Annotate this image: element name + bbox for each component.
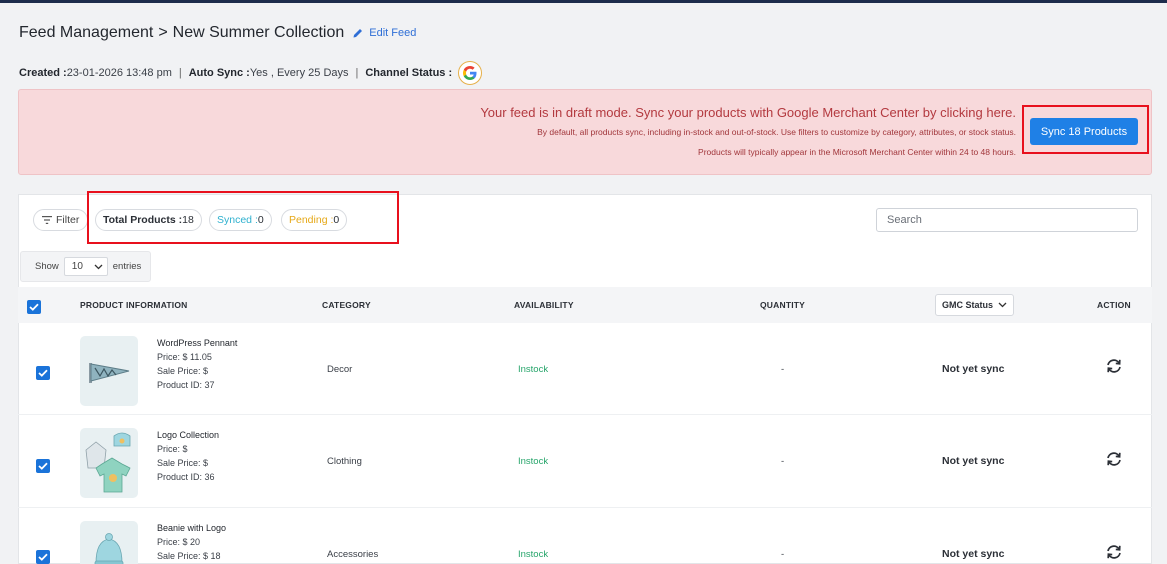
meta-separator: | [178, 67, 182, 79]
banner-subtext-timing: Products will typically appear in the Mi… [698, 147, 1016, 157]
availability-cell: Instock [518, 364, 549, 375]
row-divider [18, 507, 1152, 508]
column-action: ACTION [1097, 300, 1131, 310]
product-price: Price: $ [157, 444, 188, 454]
meta-separator: | [355, 67, 359, 79]
product-id: Product ID: 36 [157, 472, 215, 482]
product-info: WordPress Pennant Price: $ 11.05 Sale Pr… [157, 336, 237, 392]
gmc-status-dropdown[interactable]: GMC Status [935, 294, 1014, 316]
filter-button[interactable]: Filter [33, 209, 89, 231]
google-channel-icon [458, 61, 483, 85]
pennant-icon[interactable] [80, 336, 138, 406]
product-sale-price: Sale Price: $ 18 [157, 551, 221, 561]
gmc-status-cell: Not yet sync [942, 455, 1005, 467]
top-bar [0, 0, 1167, 3]
edit-feed-link[interactable]: Edit Feed [352, 27, 416, 39]
created-value: 23-01-2026 13:48 pm [66, 67, 172, 79]
check-icon [38, 369, 48, 377]
column-quantity[interactable]: QUANTITY [760, 300, 805, 310]
chevron-down-icon [94, 264, 103, 269]
draft-mode-banner: Your feed is in draft mode. Sync your pr… [18, 89, 1152, 175]
filter-icon [42, 216, 52, 224]
quantity-cell: - [781, 456, 785, 467]
gmc-status-label: GMC Status [941, 300, 993, 310]
filter-label: Filter [56, 214, 80, 226]
clothing-set-icon[interactable] [80, 428, 138, 498]
availability-cell: Instock [518, 549, 549, 560]
feed-meta: Created : 23-01-2026 13:48 pm | Auto Syn… [19, 61, 483, 85]
sync-icon[interactable] [1105, 544, 1123, 560]
quantity-cell: - [781, 549, 785, 560]
row-divider [18, 414, 1152, 415]
product-sale-price: Sale Price: $ [157, 366, 209, 376]
quantity-cell: - [781, 364, 785, 375]
entries-value: 10 [71, 261, 83, 272]
check-icon [38, 553, 48, 561]
column-availability[interactable]: AVAILABILITY [514, 300, 574, 310]
highlight-box-counts [87, 191, 399, 244]
beanie-icon[interactable] [80, 521, 138, 564]
category-cell: Accessories [327, 549, 379, 560]
pencil-icon [353, 29, 363, 38]
column-product-information[interactable]: PRODUCT INFORMATION [80, 300, 188, 310]
row-checkbox[interactable] [36, 550, 50, 564]
autosync-label: Auto Sync : [188, 67, 250, 79]
check-icon [29, 303, 39, 311]
channel-status-label: Channel Status : [365, 67, 453, 79]
autosync-value: Yes , Every 25 Days [249, 67, 349, 79]
banner-message: Your feed is in draft mode. Sync your pr… [480, 105, 1016, 120]
product-info: Logo Collection Price: $ Sale Price: $ P… [157, 428, 219, 484]
entries-select[interactable]: 10 [63, 257, 108, 276]
availability-cell: Instock [518, 456, 549, 467]
gmc-status-cell: Not yet sync [942, 548, 1005, 560]
product-price: Price: $ 11.05 [157, 352, 212, 362]
row-checkbox[interactable] [36, 459, 50, 473]
select-all-checkbox[interactable] [27, 300, 41, 314]
page-title-row: Feed Management > New Summer Collection … [19, 24, 416, 42]
gmc-status-cell: Not yet sync [942, 363, 1005, 375]
page-title: New Summer Collection [172, 24, 345, 41]
banner-subtext: By default, all products sync, including… [537, 127, 1016, 137]
category-cell: Decor [327, 364, 353, 375]
edit-feed-label: Edit Feed [369, 27, 417, 39]
product-name[interactable]: Logo Collection [157, 428, 219, 442]
sync-icon[interactable] [1105, 451, 1123, 467]
created-label: Created : [19, 67, 67, 79]
show-label: Show [35, 261, 59, 272]
product-name[interactable]: WordPress Pennant [157, 336, 237, 350]
column-category[interactable]: CATEGORY [322, 300, 371, 310]
breadcrumb-root[interactable]: Feed Management [19, 24, 153, 42]
product-id: Product ID: 37 [157, 380, 215, 390]
chevron-down-icon [998, 302, 1007, 308]
product-info: Beanie with Logo Price: $ 20 Sale Price:… [157, 521, 226, 563]
product-sale-price: Sale Price: $ [157, 458, 209, 468]
row-checkbox[interactable] [36, 366, 50, 380]
sync-icon[interactable] [1105, 358, 1123, 374]
product-price: Price: $ 20 [157, 537, 201, 547]
entries-label: entries [112, 261, 142, 272]
check-icon [38, 462, 48, 470]
search-input[interactable] [876, 208, 1138, 232]
entries-control: Show 10 entries [20, 251, 151, 282]
category-cell: Clothing [327, 456, 362, 467]
highlight-box-sync [1022, 105, 1149, 154]
breadcrumb-separator: > [158, 24, 168, 41]
product-name[interactable]: Beanie with Logo [157, 521, 226, 535]
